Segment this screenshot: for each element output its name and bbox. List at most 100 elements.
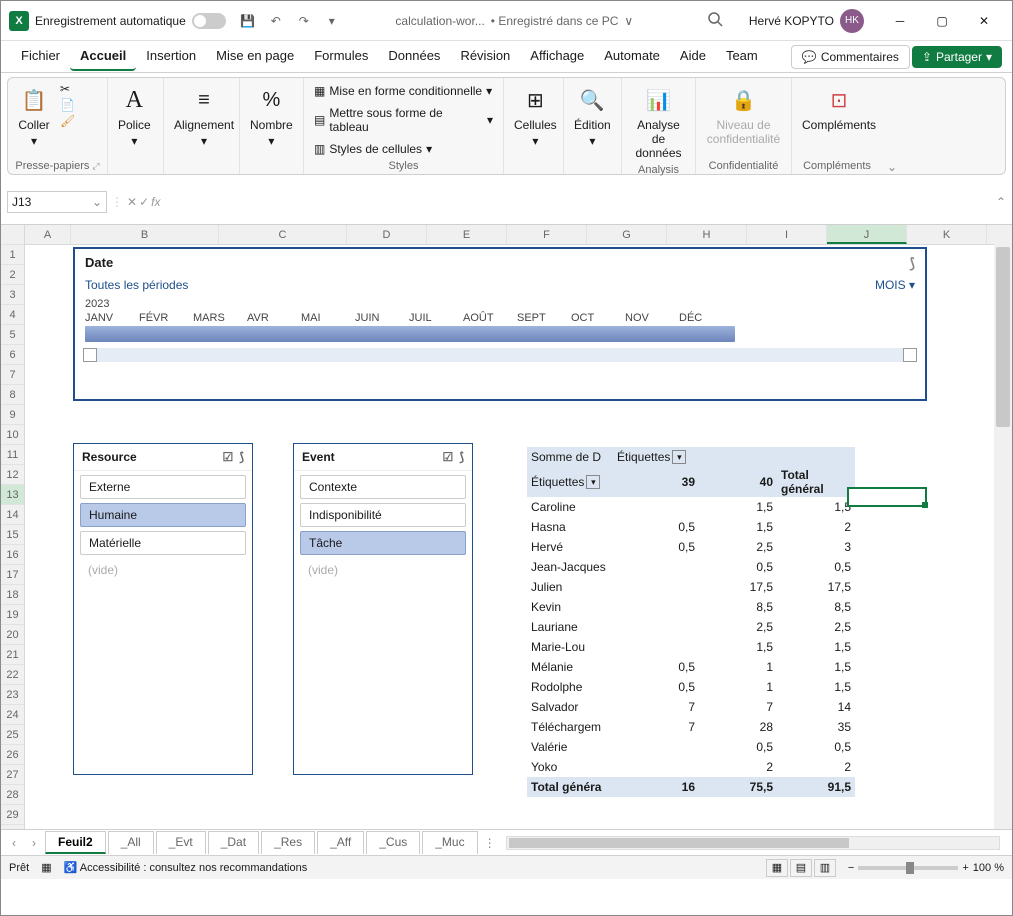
menu-tab-fichier[interactable]: Fichier	[11, 42, 70, 71]
clear-filter-icon[interactable]: ⟆	[239, 450, 244, 464]
maximize-button[interactable]: ▢	[922, 7, 962, 35]
timeline-range-bar[interactable]	[85, 326, 735, 342]
timeline-month[interactable]: NOV	[625, 312, 679, 324]
qat-dropdown-icon[interactable]: ▾	[322, 11, 342, 31]
sheet-tab[interactable]: _Aff	[317, 831, 364, 854]
comments-button[interactable]: 💬 Commentaires	[791, 45, 910, 69]
close-button[interactable]: ✕	[964, 7, 1004, 35]
slicer-event[interactable]: Event ☑⟆ ContexteIndisponibilitéTâche (v…	[293, 443, 473, 775]
row-header-18[interactable]: 18	[1, 585, 24, 605]
sheet-tab[interactable]: _Cus	[366, 831, 420, 854]
sheet-tab[interactable]: _All	[108, 831, 154, 854]
col-header-E[interactable]: E	[427, 225, 507, 244]
sheet-nav-prev-icon[interactable]: ‹	[5, 836, 23, 850]
row-header-16[interactable]: 16	[1, 545, 24, 565]
timeline-month[interactable]: AVR	[247, 312, 301, 324]
row-header-1[interactable]: 1	[1, 245, 24, 265]
col-header-I[interactable]: I	[747, 225, 827, 244]
menu-tab-aide[interactable]: Aide	[670, 42, 716, 71]
row-header-12[interactable]: 12	[1, 465, 24, 485]
col-header-K[interactable]: K	[907, 225, 987, 244]
timeline-slicer[interactable]: Date ⟆ Toutes les périodes MOIS ▾ 2023 J…	[73, 247, 927, 401]
formula-input[interactable]	[164, 182, 991, 222]
menu-tab-team[interactable]: Team	[716, 42, 768, 71]
row-header-8[interactable]: 8	[1, 385, 24, 405]
format-table-button[interactable]: ▤Mettre sous forme de tableau ▾	[310, 104, 497, 136]
view-normal-icon[interactable]: ▦	[766, 859, 788, 877]
row-header-26[interactable]: 26	[1, 745, 24, 765]
name-box[interactable]: J13 ⌄	[7, 191, 107, 213]
zoom-slider[interactable]	[858, 866, 958, 870]
save-icon[interactable]: 💾	[238, 11, 258, 31]
cells-button[interactable]: ⊞Cellules▾	[510, 82, 561, 150]
ribbon-collapse-icon[interactable]: ⌄	[882, 78, 902, 174]
timeline-month[interactable]: JUIL	[409, 312, 463, 324]
copy-icon[interactable]: 📄	[60, 98, 75, 112]
col-header-D[interactable]: D	[347, 225, 427, 244]
row-header-21[interactable]: 21	[1, 645, 24, 665]
user-area[interactable]: Hervé KOPYTO HK	[749, 9, 864, 33]
search-icon[interactable]	[707, 11, 723, 30]
analyze-button[interactable]: 📊Analyse de données	[628, 82, 689, 162]
editing-button[interactable]: 🔍Édition▾	[570, 82, 615, 150]
timeline-month[interactable]: AOÛT	[463, 312, 517, 324]
timeline-month[interactable]: JANV	[85, 312, 139, 324]
slicer-item[interactable]: Contexte	[300, 475, 466, 499]
timeline-scrollbar[interactable]	[83, 348, 917, 362]
row-header-25[interactable]: 25	[1, 725, 24, 745]
timeline-month[interactable]: OCT	[571, 312, 625, 324]
timeline-month[interactable]: SEPT	[517, 312, 571, 324]
col-header-G[interactable]: G	[587, 225, 667, 244]
sheet-tab[interactable]: _Res	[261, 831, 315, 854]
chevron-down-icon[interactable]: ∨	[624, 14, 633, 28]
zoom-out-icon[interactable]: −	[848, 862, 854, 874]
col-header-H[interactable]: H	[667, 225, 747, 244]
cancel-icon[interactable]: ✕	[127, 195, 137, 209]
row-header-11[interactable]: 11	[1, 445, 24, 465]
zoom-value[interactable]: 100 %	[973, 862, 1004, 874]
new-sheet-icon[interactable]: ⋮	[484, 836, 496, 850]
timeline-level[interactable]: MOIS ▾	[875, 278, 915, 292]
confirm-icon[interactable]: ✓	[139, 195, 149, 209]
col-header-B[interactable]: B	[71, 225, 219, 244]
slicer-item[interactable]: Matérielle	[80, 531, 246, 555]
timeline-month[interactable]: MAI	[301, 312, 355, 324]
view-pagebreak-icon[interactable]: ▥	[814, 859, 836, 877]
expand-formula-icon[interactable]: ⌃	[996, 195, 1006, 209]
slicer-item[interactable]: Tâche	[300, 531, 466, 555]
row-header-17[interactable]: 17	[1, 565, 24, 585]
multiselect-icon[interactable]: ☑	[443, 450, 454, 464]
slicer-item[interactable]: Indisponibilité	[300, 503, 466, 527]
row-header-13[interactable]: 13	[1, 485, 24, 505]
slicer-item[interactable]: Humaine	[80, 503, 246, 527]
filename[interactable]: calculation-wor...	[395, 14, 484, 28]
undo-icon[interactable]: ↶	[266, 11, 286, 31]
macro-icon[interactable]: ▦	[41, 861, 51, 874]
row-header-7[interactable]: 7	[1, 365, 24, 385]
conditional-format-button[interactable]: ▦Mise en forme conditionnelle ▾	[310, 82, 497, 100]
sheet-tab[interactable]: Feuil2	[45, 831, 106, 854]
sheet-nav-next-icon[interactable]: ›	[25, 836, 43, 850]
pivot-table[interactable]: Somme de DÉtiquettes▾Étiquettes▾3940Tota…	[527, 447, 855, 797]
menu-tab-affichage[interactable]: Affichage	[520, 42, 594, 71]
timeline-month[interactable]: JUIN	[355, 312, 409, 324]
menu-tab-automate[interactable]: Automate	[594, 42, 670, 71]
zoom-in-icon[interactable]: +	[962, 862, 968, 874]
slicer-resource[interactable]: Resource ☑⟆ ExterneHumaineMatérielle (vi…	[73, 443, 253, 775]
autosave-toggle[interactable]	[192, 13, 226, 29]
row-header-10[interactable]: 10	[1, 425, 24, 445]
row-header-24[interactable]: 24	[1, 705, 24, 725]
row-header-9[interactable]: 9	[1, 405, 24, 425]
menu-tab-mise en page[interactable]: Mise en page	[206, 42, 304, 71]
menu-tab-révision[interactable]: Révision	[450, 42, 520, 71]
col-header-C[interactable]: C	[219, 225, 347, 244]
row-header-2[interactable]: 2	[1, 265, 24, 285]
sheet-tab[interactable]: _Dat	[208, 831, 259, 854]
row-header-19[interactable]: 19	[1, 605, 24, 625]
menu-tab-insertion[interactable]: Insertion	[136, 42, 206, 71]
clear-filter-icon[interactable]: ⟆	[459, 450, 464, 464]
view-layout-icon[interactable]: ▤	[790, 859, 812, 877]
redo-icon[interactable]: ↷	[294, 11, 314, 31]
row-header-14[interactable]: 14	[1, 505, 24, 525]
fx-icon[interactable]: fx	[151, 195, 160, 209]
